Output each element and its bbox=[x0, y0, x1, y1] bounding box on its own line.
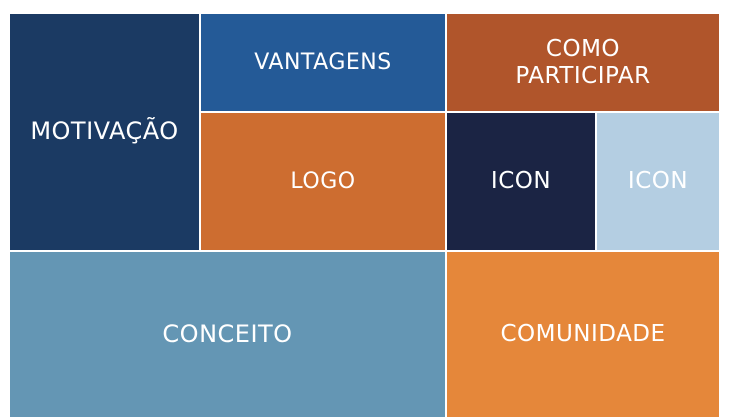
tile-icon-dark[interactable]: ICON bbox=[447, 113, 595, 250]
tile-logo[interactable]: LOGO bbox=[201, 113, 445, 250]
tile-comunidade-label: COMUNIDADE bbox=[500, 321, 666, 348]
tile-como-participar[interactable]: COMO PARTICIPAR bbox=[447, 14, 719, 111]
tile-vantagens-label: VANTAGENS bbox=[254, 49, 392, 75]
tile-motivacao-label: MOTIVAÇÃO bbox=[30, 117, 179, 146]
tile-vantagens[interactable]: VANTAGENS bbox=[201, 14, 445, 111]
tile-como-participar-label: COMO PARTICIPAR bbox=[515, 36, 650, 89]
tile-icon-dark-label: ICON bbox=[490, 168, 552, 195]
tile-conceito[interactable]: CONCEITO bbox=[10, 252, 445, 417]
tile-motivacao[interactable]: MOTIVAÇÃO bbox=[10, 14, 199, 250]
tile-conceito-label: CONCEITO bbox=[162, 319, 293, 348]
tile-comunidade[interactable]: COMUNIDADE bbox=[447, 252, 719, 417]
tile-logo-label: LOGO bbox=[290, 168, 356, 194]
tile-icon-light[interactable]: ICON bbox=[597, 113, 719, 250]
tile-como-participar-line1: COMO bbox=[545, 36, 621, 63]
tile-como-participar-line2: PARTICIPAR bbox=[515, 62, 651, 89]
tile-board: MOTIVAÇÃO VANTAGENS COMO PARTICIPAR LOGO… bbox=[0, 0, 729, 417]
tile-icon-light-label: ICON bbox=[627, 168, 689, 195]
